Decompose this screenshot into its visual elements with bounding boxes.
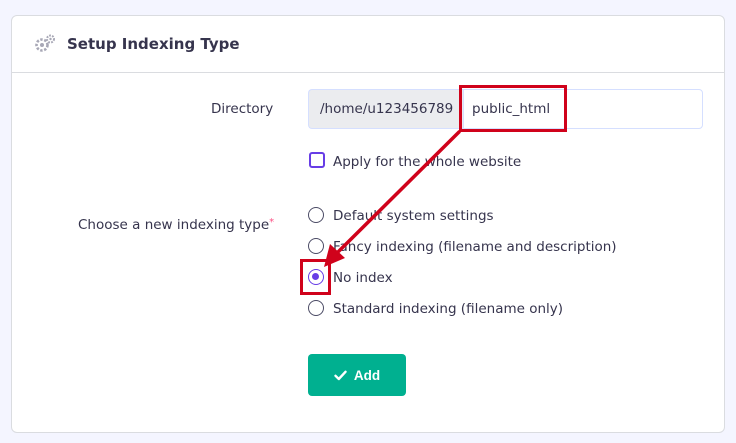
card-header: Setup Indexing Type bbox=[12, 16, 724, 73]
directory-prefix-text: /home/u123456789 bbox=[320, 101, 454, 117]
indexing-type-label-text: Choose a new indexing type bbox=[78, 217, 270, 233]
card-title: Setup Indexing Type bbox=[67, 35, 240, 53]
indexing-card: Setup Indexing Type Directory /home/u123… bbox=[11, 15, 725, 433]
radio-standard-indexing[interactable] bbox=[308, 300, 324, 316]
radio-fancy-indexing[interactable] bbox=[308, 238, 324, 254]
option-no-index[interactable]: No index bbox=[333, 270, 393, 286]
apply-whole-website-label[interactable]: Apply for the whole website bbox=[333, 154, 521, 170]
required-marker: * bbox=[269, 217, 275, 228]
option-default-system-settings[interactable]: Default system settings bbox=[333, 208, 494, 224]
check-icon bbox=[334, 370, 347, 380]
option-fancy-indexing[interactable]: Fancy indexing (filename and description… bbox=[333, 239, 617, 255]
gears-icon bbox=[35, 34, 55, 52]
highlight-directory-value bbox=[459, 85, 567, 132]
apply-whole-website-checkbox[interactable] bbox=[309, 152, 325, 168]
option-standard-indexing[interactable]: Standard indexing (filename only) bbox=[333, 301, 563, 317]
add-button-label: Add bbox=[353, 367, 381, 383]
radio-default-system-settings[interactable] bbox=[308, 207, 324, 223]
directory-label: Directory bbox=[211, 101, 274, 117]
indexing-type-label: Choose a new indexing type* bbox=[78, 217, 274, 233]
highlight-no-index-radio bbox=[300, 259, 331, 295]
directory-prefix: /home/u123456789 bbox=[308, 89, 463, 129]
add-button[interactable]: Add bbox=[308, 354, 406, 396]
